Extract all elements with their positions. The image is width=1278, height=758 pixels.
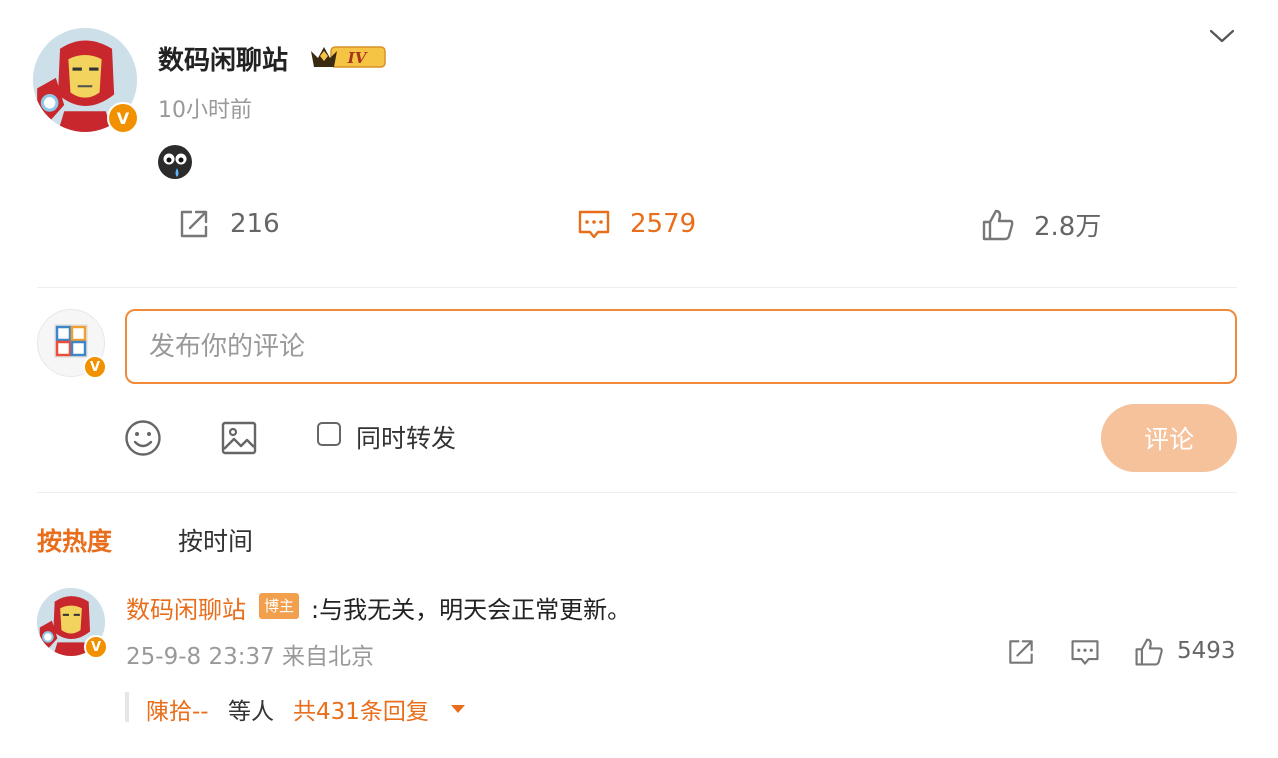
repost-checkbox[interactable] (317, 422, 341, 446)
comment-thumbs-up-icon[interactable] (1133, 636, 1165, 668)
reply-total-link[interactable]: 共431条回复 (293, 692, 429, 726)
sort-by-hot-tab[interactable]: 按热度 (37, 522, 112, 558)
thumbs-up-icon (982, 209, 1014, 240)
comment-like-count: 5493 (1177, 638, 1236, 664)
comment-meta: 25-9-8 23:37 来自北京 (126, 644, 375, 670)
comment-count: 2579 (630, 209, 697, 239)
comment-input[interactable] (125, 309, 1237, 384)
submit-comment-button[interactable]: 评论 (1101, 404, 1237, 472)
verified-badge: V (83, 355, 107, 379)
section-divider (37, 492, 1237, 493)
emoji-icon[interactable] (123, 418, 163, 458)
host-badge: 博主 (259, 593, 300, 619)
verified-badge: V (84, 635, 108, 659)
comment-author-avatar[interactable]: V (37, 588, 108, 659)
author-name[interactable]: 数码闲聊站 (158, 40, 288, 77)
image-icon[interactable] (219, 418, 259, 458)
share-icon (180, 210, 208, 238)
comment-author-name[interactable]: 数码闲聊站 (126, 590, 246, 625)
like-button[interactable]: 2.8万 (980, 206, 1101, 243)
reply-preview-user[interactable]: 陳拾-- (146, 692, 209, 726)
reply-preview-text: 等人 (228, 699, 274, 725)
verified-badge: V (107, 102, 139, 134)
comment-share-icon[interactable] (1005, 636, 1037, 668)
sort-by-time-tab[interactable]: 按时间 (178, 522, 253, 558)
comment-text: :与我无关，明天会正常更新。 (311, 596, 632, 624)
post-timestamp: 10小时前 (158, 98, 252, 123)
comment-icon (578, 210, 610, 239)
crown-level-badge: IV (311, 46, 386, 68)
section-divider (37, 287, 1237, 288)
comment-reply-icon[interactable] (1069, 636, 1101, 668)
forward-count: 216 (230, 209, 280, 239)
author-avatar[interactable]: V (33, 28, 139, 134)
like-count: 2.8万 (1034, 212, 1102, 242)
reply-preview-bar (125, 692, 129, 722)
caret-down-icon[interactable] (450, 704, 466, 714)
comment-button[interactable]: 2579 (576, 206, 696, 242)
crying-face-emoji-icon (158, 145, 192, 179)
forward-button[interactable]: 216 (176, 206, 280, 242)
current-user-avatar[interactable]: V (37, 309, 107, 379)
chevron-down-icon[interactable] (1208, 26, 1236, 46)
repost-label[interactable]: 同时转发 (356, 419, 456, 455)
level-text: IV (347, 49, 368, 67)
